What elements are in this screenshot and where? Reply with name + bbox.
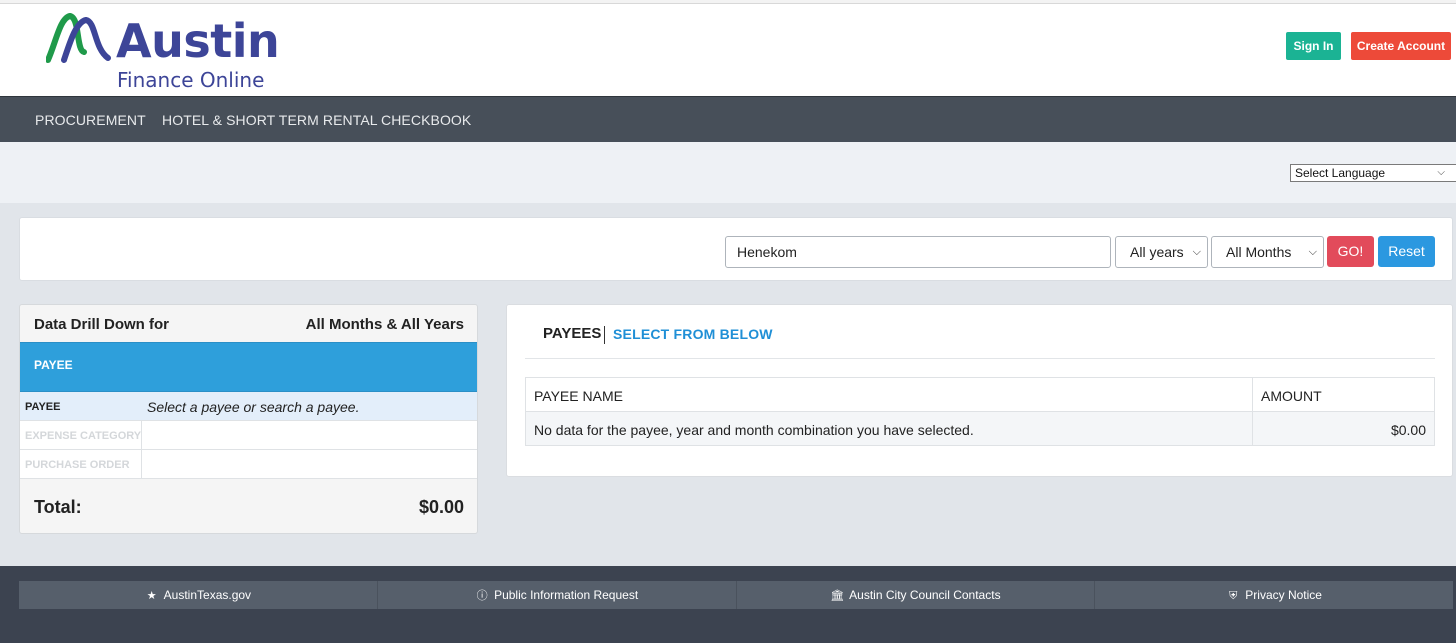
reset-button[interactable]: Reset bbox=[1378, 236, 1435, 267]
column-divider bbox=[1252, 378, 1253, 445]
payees-subtitle: SELECT FROM BELOW bbox=[613, 326, 773, 342]
drill-row-value: Select a payee or search a payee. bbox=[147, 399, 360, 415]
footer-link-label: AustinTexas.gov bbox=[163, 588, 252, 602]
footer-links: ★ AustinTexas.gov ⓘ Public Information Req… bbox=[19, 581, 1453, 609]
table-header-row: PAYEE NAME AMOUNT bbox=[526, 378, 1434, 412]
drill-down-active-level: PAYEE bbox=[20, 342, 477, 392]
column-header-payee-name[interactable]: PAYEE NAME bbox=[534, 388, 623, 404]
chevron-down-icon: ⌵ bbox=[1308, 246, 1317, 258]
go-button[interactable]: GO! bbox=[1327, 236, 1374, 267]
language-select-value: Select Language bbox=[1295, 166, 1386, 180]
payee-name-cell: No data for the payee, year and month co… bbox=[534, 422, 974, 438]
column-header-amount[interactable]: AMOUNT bbox=[1261, 388, 1322, 404]
drill-row-payee[interactable]: PAYEE Select a payee or search a payee. bbox=[20, 392, 477, 421]
institution-icon: 🏛 bbox=[830, 590, 845, 602]
create-account-button[interactable]: Create Account bbox=[1351, 32, 1451, 60]
logo-title: Austin bbox=[116, 14, 280, 68]
year-select-value: All years bbox=[1130, 244, 1184, 260]
logo-subtitle: Finance Online bbox=[117, 68, 265, 92]
footer-link-city-council-contacts[interactable]: 🏛 Austin City Council Contacts bbox=[737, 581, 1096, 609]
payees-panel: PAYEES SELECT FROM BELOW PAYEE NAME AMOU… bbox=[506, 304, 1453, 477]
total-value: $0.00 bbox=[418, 497, 464, 517]
year-select[interactable]: All years ⌵ bbox=[1115, 236, 1208, 268]
table-row: No data for the payee, year and month co… bbox=[526, 412, 1434, 445]
drill-row-key: PAYEE bbox=[25, 401, 61, 413]
footer-link-label: Privacy Notice bbox=[1245, 588, 1322, 602]
footer-link-label: Public Information Request bbox=[494, 588, 639, 602]
chevron-down-icon: ⌵ bbox=[1192, 246, 1201, 258]
footer-link-public-information-request[interactable]: ⓘ Public Information Request bbox=[378, 581, 737, 609]
info-icon: ⓘ bbox=[476, 590, 488, 602]
footer-link-austintexas-gov[interactable]: ★ AustinTexas.gov bbox=[19, 581, 378, 609]
austin-logo[interactable]: Austin Finance Online bbox=[46, 12, 296, 94]
footer-link-privacy-notice[interactable]: ⛨ Privacy Notice bbox=[1095, 581, 1453, 609]
nav-item-hotel-short-term-rental[interactable]: HOTEL & SHORT TERM RENTAL bbox=[162, 97, 378, 143]
month-select-value: All Months bbox=[1226, 244, 1292, 260]
site-header: Austin Finance Online Sign In Create Acc… bbox=[0, 4, 1456, 96]
drill-down-period: All Months & All Years bbox=[305, 316, 464, 333]
search-panel: All years ⌵ All Months ⌵ GO! Reset bbox=[19, 217, 1453, 281]
drill-down-panel: Data Drill Down for All Months & All Yea… bbox=[19, 304, 478, 534]
footer-link-label: Austin City Council Contacts bbox=[849, 588, 1001, 602]
drill-down-active-label: PAYEE bbox=[34, 358, 73, 372]
drill-down-title: Data Drill Down for bbox=[34, 316, 170, 333]
payees-title: PAYEES bbox=[543, 325, 602, 342]
shield-icon: ⛨ bbox=[1229, 590, 1238, 602]
cell-divider bbox=[141, 421, 142, 449]
site-footer: ★ AustinTexas.gov ⓘ Public Information Req… bbox=[0, 566, 1456, 643]
language-bar: Select Language ⌵ bbox=[0, 142, 1456, 203]
payees-table: PAYEE NAME AMOUNT No data for the payee,… bbox=[525, 377, 1435, 446]
nav-item-procurement[interactable]: PROCUREMENT bbox=[35, 97, 146, 143]
austin-logo-mark-icon bbox=[46, 12, 111, 63]
search-input[interactable] bbox=[725, 236, 1111, 268]
nav-item-checkbook[interactable]: CHECKBOOK bbox=[381, 97, 471, 143]
language-select[interactable]: Select Language ⌵ bbox=[1290, 164, 1456, 182]
main-nav: PROCUREMENT HOTEL & SHORT TERM RENTAL CH… bbox=[0, 96, 1456, 142]
month-select[interactable]: All Months ⌵ bbox=[1211, 236, 1324, 268]
divider bbox=[525, 358, 1435, 359]
cell-divider bbox=[141, 450, 142, 478]
title-divider bbox=[604, 326, 605, 344]
sign-in-button[interactable]: Sign In bbox=[1286, 32, 1341, 60]
star-icon: ★ bbox=[146, 590, 157, 602]
drill-row-key: EXPENSE CATEGORY bbox=[25, 430, 142, 442]
drill-row-key: PURCHASE ORDER bbox=[25, 459, 130, 471]
drill-down-header: Data Drill Down for All Months & All Yea… bbox=[20, 305, 477, 342]
drill-row-purchase-order: PURCHASE ORDER bbox=[20, 450, 477, 479]
amount-cell: $0.00 bbox=[1390, 422, 1426, 438]
drill-row-expense-category: EXPENSE CATEGORY bbox=[20, 421, 477, 450]
chevron-down-icon: ⌵ bbox=[1437, 167, 1445, 178]
total-label: Total: bbox=[34, 497, 82, 517]
